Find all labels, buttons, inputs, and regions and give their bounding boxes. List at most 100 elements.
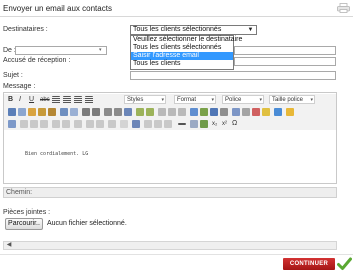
format-dropdown-label: Format: [177, 97, 197, 103]
paste-icon[interactable]: [28, 108, 36, 116]
checkmark-icon[interactable]: [337, 257, 352, 271]
recipients-option-highlighted[interactable]: Saisir l'adresse email: [131, 52, 233, 60]
bullet-list-icon[interactable]: [82, 108, 90, 116]
outdent-icon[interactable]: [104, 108, 112, 116]
table-row-icon[interactable]: [20, 120, 28, 128]
underline-icon[interactable]: U: [29, 96, 37, 104]
show-blocks-icon[interactable]: [242, 108, 250, 116]
chevron-down-icon: ▾: [259, 97, 262, 103]
from-field[interactable]: [15, 46, 107, 55]
indent-icon[interactable]: [114, 108, 122, 116]
numbered-list-icon[interactable]: [92, 108, 100, 116]
size-dropdown-label: Taille police: [272, 97, 304, 103]
cut-icon[interactable]: [8, 108, 16, 116]
continue-button[interactable]: CONTINUER: [283, 258, 335, 270]
styles-dropdown-label: Styles: [127, 97, 144, 103]
chevron-down-icon: ▾: [161, 97, 164, 103]
table-props-icon[interactable]: [74, 120, 82, 128]
superscript-icon[interactable]: x²: [222, 120, 230, 128]
redo-icon[interactable]: [146, 108, 154, 116]
format-dropdown[interactable]: Format ▾: [174, 95, 216, 104]
align-justify-icon[interactable]: [85, 96, 93, 104]
recipients-option[interactable]: Tous les clients: [131, 60, 233, 68]
align-right-icon[interactable]: [74, 96, 82, 104]
font-dropdown[interactable]: Police ▾: [222, 95, 264, 104]
from-email-field[interactable]: [234, 46, 336, 55]
from-field-dropdown-icon[interactable]: ▾: [99, 47, 102, 53]
iframe-icon[interactable]: [190, 120, 198, 128]
replace-icon[interactable]: [70, 108, 78, 116]
anchor-icon[interactable]: [178, 108, 186, 116]
styles-dropdown[interactable]: Styles ▾: [124, 95, 166, 104]
receipt-label: Accusé de réception :: [3, 57, 71, 64]
signature-text: Bien cordialement. LG: [25, 151, 89, 157]
text-color-a-icon[interactable]: [274, 108, 282, 116]
message-editor: B I U abc Styles ▾ Format ▾ Police ▾ Taille…: [3, 92, 337, 184]
recipients-select[interactable]: Tous les clients sélectionnés ▼: [130, 25, 257, 35]
table-icon[interactable]: [8, 120, 16, 128]
recipients-option[interactable]: Tous les clients sélectionnés: [131, 44, 233, 52]
recipients-dropdown-list: Veuillez sélectionner le destinataire To…: [130, 35, 242, 70]
editor-content-area[interactable]: Bien cordialement. LG: [4, 131, 336, 183]
message-label: Message :: [3, 83, 36, 90]
background-color-icon[interactable]: [262, 108, 270, 116]
scroll-left-arrow-icon[interactable]: ◀: [5, 242, 13, 249]
spellcheck-icon[interactable]: [232, 108, 240, 116]
header-divider: [0, 16, 353, 17]
smiley-icon[interactable]: [144, 120, 152, 128]
editor-toolbar-row-1: B I U abc Styles ▾ Format ▾ Police ▾ Taille…: [4, 94, 336, 106]
template-icon[interactable]: [200, 120, 208, 128]
size-dropdown[interactable]: Taille police ▾: [269, 95, 315, 104]
unlink-icon[interactable]: [168, 108, 176, 116]
split-cell-icon[interactable]: [62, 120, 70, 128]
no-file-text: Aucun fichier sélectionné.: [47, 220, 127, 227]
code-icon[interactable]: [220, 108, 228, 116]
from-label: De :: [3, 47, 16, 54]
table-col-icon[interactable]: [30, 120, 38, 128]
form-icon[interactable]: [120, 120, 128, 128]
paste-word-icon[interactable]: [48, 108, 56, 116]
table-cell-icon[interactable]: [40, 120, 48, 128]
paste-text-icon[interactable]: [38, 108, 46, 116]
omega-icon[interactable]: Ω: [232, 120, 240, 128]
font-dropdown-label: Police: [225, 97, 242, 103]
strikethrough-icon[interactable]: abc: [40, 96, 50, 104]
delete-table-icon[interactable]: [108, 120, 116, 128]
chevron-down-icon[interactable]: ▼: [246, 26, 255, 34]
subscript-icon[interactable]: x₂: [212, 120, 220, 128]
footer-divider: [0, 254, 353, 255]
path-label: Chemin:: [6, 189, 33, 196]
align-left-icon[interactable]: [52, 96, 60, 104]
italic-icon[interactable]: I: [19, 96, 27, 104]
editor-toolbar-row-2: [4, 106, 336, 118]
horizontal-rule-icon[interactable]: [178, 123, 186, 125]
delete-col-icon[interactable]: [96, 120, 104, 128]
subject-label: Sujet :: [3, 72, 23, 79]
attachments-label: Pièces jointes :: [3, 209, 51, 216]
bold-icon[interactable]: B: [8, 96, 16, 104]
align-center-icon[interactable]: [63, 96, 71, 104]
cleanup-icon[interactable]: [200, 108, 208, 116]
image-icon[interactable]: [190, 108, 198, 116]
find-icon[interactable]: [60, 108, 68, 116]
recipients-option[interactable]: Veuillez sélectionner le destinataire: [131, 36, 242, 44]
chevron-down-icon: ▾: [211, 97, 214, 103]
page-break-icon[interactable]: [164, 120, 172, 128]
receipt-field[interactable]: [234, 57, 336, 66]
undo-icon[interactable]: [136, 108, 144, 116]
editor-toolbar-row-3: x₂ x² Ω: [4, 118, 336, 130]
print-icon[interactable]: [337, 3, 350, 13]
horizontal-scrollbar[interactable]: ◀: [3, 241, 337, 250]
browse-button[interactable]: Parcourir..: [5, 218, 43, 230]
link-icon[interactable]: [158, 108, 166, 116]
flash-icon[interactable]: [132, 120, 140, 128]
highlight-color-icon[interactable]: [286, 108, 294, 116]
text-color-icon[interactable]: [252, 108, 260, 116]
subject-field[interactable]: [130, 71, 336, 80]
merge-cells-icon[interactable]: [52, 120, 60, 128]
copy-icon[interactable]: [18, 108, 26, 116]
blockquote-icon[interactable]: [124, 108, 132, 116]
delete-row-icon[interactable]: [86, 120, 94, 128]
help-icon[interactable]: [210, 108, 218, 116]
special-char-icon[interactable]: [154, 120, 162, 128]
